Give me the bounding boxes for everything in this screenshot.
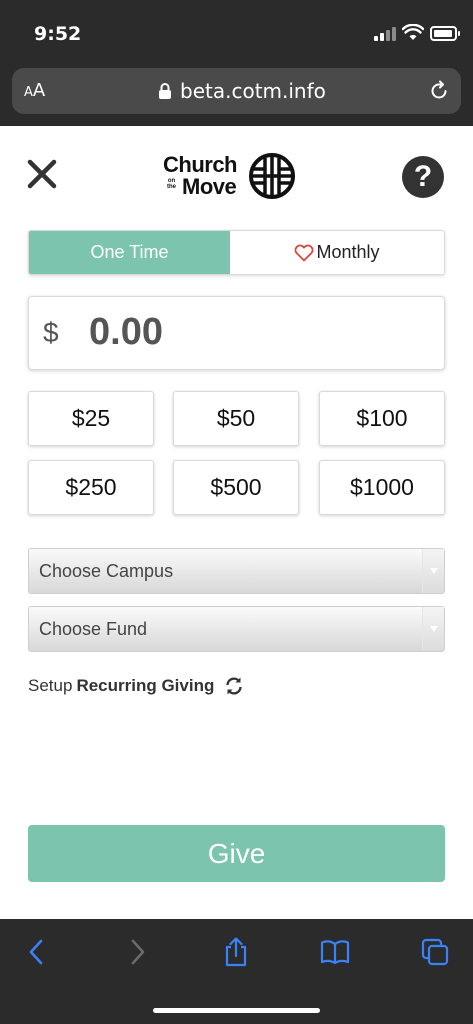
campus-select-placeholder: Choose Campus bbox=[39, 560, 174, 581]
setup-recurring-giving-link[interactable]: Setup Recurring Giving bbox=[28, 676, 244, 696]
preset-amount-1000-button[interactable]: $1000 bbox=[319, 460, 445, 515]
lock-icon bbox=[159, 83, 171, 99]
help-button[interactable]: ? bbox=[402, 156, 444, 198]
wifi-icon bbox=[402, 24, 424, 40]
chevron-down-icon bbox=[422, 549, 444, 593]
tabs-icon[interactable] bbox=[420, 937, 450, 967]
logo-mark-icon bbox=[249, 153, 295, 199]
cellular-signal-icon bbox=[374, 27, 398, 41]
preset-amount-25-button[interactable]: $25 bbox=[28, 391, 154, 446]
text-size-button[interactable]: AA bbox=[24, 80, 45, 101]
give-button[interactable]: Give bbox=[28, 825, 445, 882]
one-time-tab[interactable]: One Time bbox=[29, 231, 230, 274]
forward-icon[interactable] bbox=[122, 937, 152, 967]
fund-select[interactable]: Choose Fund bbox=[28, 606, 445, 652]
fund-select-placeholder: Choose Fund bbox=[39, 618, 148, 639]
church-on-the-move-logo: Church on the Move bbox=[160, 150, 300, 202]
preset-amount-250-button[interactable]: $250 bbox=[28, 460, 154, 515]
sync-icon bbox=[226, 677, 243, 695]
chevron-down-icon bbox=[422, 607, 444, 651]
browser-bottom-toolbar bbox=[0, 919, 473, 1024]
battery-icon bbox=[430, 26, 460, 41]
bookmarks-icon[interactable] bbox=[320, 937, 350, 967]
campus-select[interactable]: Choose Campus bbox=[28, 548, 445, 594]
monthly-tab[interactable]: Monthly bbox=[230, 231, 444, 274]
amount-input[interactable]: $ 0.00 bbox=[28, 296, 445, 370]
currency-symbol: $ bbox=[43, 317, 59, 348]
reload-icon[interactable] bbox=[428, 80, 450, 102]
share-icon[interactable] bbox=[221, 937, 251, 967]
home-indicator[interactable] bbox=[153, 1008, 320, 1013]
amount-value[interactable]: 0.00 bbox=[89, 311, 163, 354]
close-icon[interactable] bbox=[26, 158, 58, 190]
status-time: 9:52 bbox=[34, 23, 82, 45]
heart-icon bbox=[295, 244, 314, 261]
address-bar[interactable]: AA beta.cotm.info bbox=[12, 68, 461, 114]
preset-amount-100-button[interactable]: $100 bbox=[319, 391, 445, 446]
back-icon[interactable] bbox=[22, 937, 52, 967]
url-text[interactable]: beta.cotm.info bbox=[180, 79, 326, 103]
preset-amount-500-button[interactable]: $500 bbox=[173, 460, 299, 515]
browser-top-chrome: 9:52 AA beta.cotm.info bbox=[0, 0, 473, 126]
frequency-toggle: One Time Monthly bbox=[28, 230, 445, 275]
preset-amount-50-button[interactable]: $50 bbox=[173, 391, 299, 446]
